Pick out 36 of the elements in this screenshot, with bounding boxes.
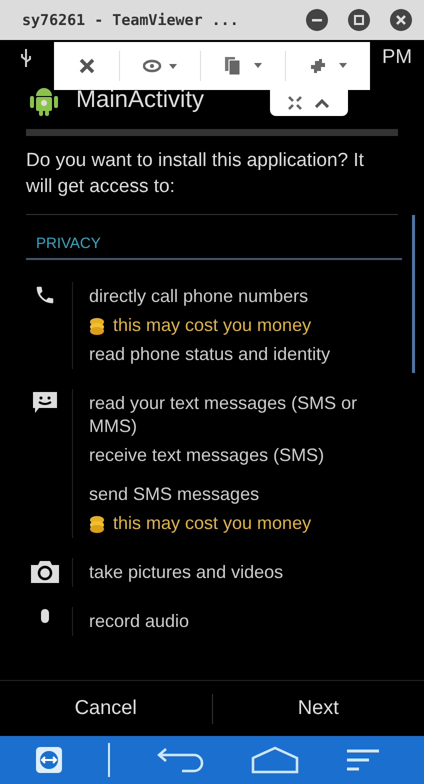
files-dropdown-icon[interactable] [224, 56, 262, 76]
fullscreen-icon[interactable] [288, 96, 302, 110]
permission-text: take pictures and videos [89, 561, 284, 584]
collapse-icon[interactable] [314, 98, 330, 108]
install-prompt: Do you want to install this application? It will get access to: [26, 148, 398, 215]
permission-text: record audio [89, 610, 190, 633]
maximize-button[interactable] [348, 9, 370, 31]
phone-icon [34, 284, 56, 306]
coins-icon [89, 316, 105, 334]
cost-warning: this may cost you money [113, 512, 312, 535]
close-icon[interactable] [78, 57, 96, 75]
teamviewer-icon[interactable] [34, 746, 63, 774]
eye-dropdown-icon[interactable] [142, 59, 176, 73]
minimize-button[interactable] [306, 9, 328, 31]
cost-warning: this may cost you money [113, 314, 312, 337]
home-icon[interactable] [250, 746, 300, 774]
dialog-button[interactable]: Next [212, 681, 424, 736]
status-time: PM [382, 46, 412, 69]
permission-text: send SMS messages [89, 483, 260, 506]
app-title: MainActivity [76, 86, 204, 114]
microphone-icon [40, 609, 50, 623]
dialog-button[interactable]: Cancel [0, 681, 212, 736]
permission-text: receive text messages (SMS) [89, 444, 324, 467]
puzzle-dropdown-icon[interactable] [308, 57, 346, 75]
close-button[interactable] [390, 9, 412, 31]
usb-icon [20, 48, 32, 68]
window-title: sy76261 - TeamViewer ... [22, 11, 239, 29]
permission-text: directly call phone numbers [89, 285, 308, 308]
message-icon [32, 391, 58, 415]
coins-icon [89, 514, 105, 532]
back-icon[interactable] [156, 746, 204, 774]
recent-apps-icon[interactable] [345, 748, 382, 772]
permission-text: read your text messages (SMS or MMS) [89, 392, 358, 438]
permission-text: read phone status and identity [89, 343, 330, 366]
camera-icon [30, 560, 60, 584]
section-header: PRIVACY [26, 235, 402, 260]
